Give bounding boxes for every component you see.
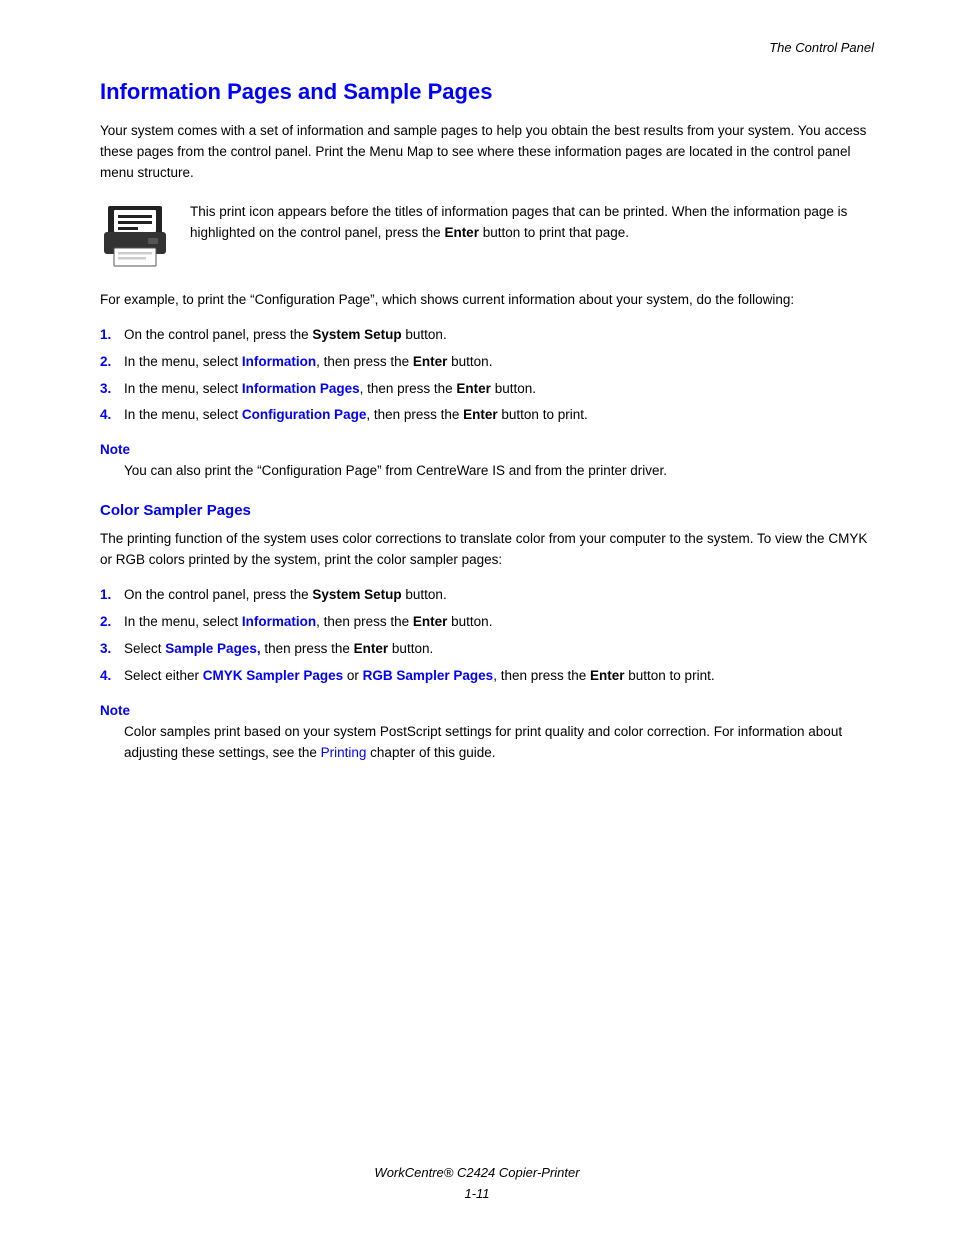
- step-2-2-content: In the menu, select Information, then pr…: [124, 612, 874, 633]
- enter-bold-1: Enter: [413, 354, 448, 369]
- system-setup-bold-2: System Setup: [312, 587, 401, 602]
- configuration-page-link[interactable]: Configuration Page: [242, 407, 367, 422]
- icon-enter-bold: Enter: [444, 225, 479, 240]
- intro-paragraph: Your system comes with a set of informat…: [100, 121, 874, 184]
- note-1-label: Note: [100, 442, 874, 457]
- step-1-4-content: In the menu, select Configuration Page, …: [124, 405, 874, 426]
- color-sampler-title: Color Sampler Pages: [100, 502, 874, 519]
- enter-bold-3: Enter: [463, 407, 498, 422]
- main-title: Information Pages and Sample Pages: [100, 79, 874, 105]
- footer-line-1: WorkCentre® C2424 Copier-Printer: [0, 1163, 954, 1184]
- print-icon: [100, 202, 170, 272]
- step-1-3: In the menu, select Information Pages, t…: [100, 379, 874, 400]
- header-right: The Control Panel: [100, 40, 874, 55]
- steps-list-2: On the control panel, press the System S…: [100, 585, 874, 687]
- page-container: The Control Panel Information Pages and …: [0, 0, 954, 1235]
- step-1-1: On the control panel, press the System S…: [100, 325, 874, 346]
- footer: WorkCentre® C2424 Copier-Printer 1-11: [0, 1163, 954, 1205]
- information-link-1[interactable]: Information: [242, 354, 316, 369]
- step-2-4-content: Select either CMYK Sampler Pages or RGB …: [124, 666, 874, 687]
- enter-bold-6: Enter: [590, 668, 625, 683]
- information-link-2[interactable]: Information: [242, 614, 316, 629]
- step-2-1: On the control panel, press the System S…: [100, 585, 874, 606]
- step-1-3-content: In the menu, select Information Pages, t…: [124, 379, 874, 400]
- steps-list-1: On the control panel, press the System S…: [100, 325, 874, 427]
- step-1-2: In the menu, select Information, then pr…: [100, 352, 874, 373]
- step-1-1-content: On the control panel, press the System S…: [124, 325, 874, 346]
- icon-description-text: This print icon appears before the title…: [190, 204, 847, 240]
- sample-pages-link[interactable]: Sample Pages,: [165, 641, 260, 656]
- note-2-text-after: chapter of this guide.: [366, 745, 495, 760]
- step-2-2: In the menu, select Information, then pr…: [100, 612, 874, 633]
- footer-line-2: 1-11: [0, 1184, 954, 1205]
- enter-bold-2: Enter: [456, 381, 491, 396]
- color-sampler-intro: The printing function of the system uses…: [100, 529, 874, 571]
- cmyk-sampler-link[interactable]: CMYK Sampler Pages: [203, 668, 343, 683]
- note-1-section: Note You can also print the “Configurati…: [100, 442, 874, 482]
- note-2-section: Note Color samples print based on your s…: [100, 703, 874, 764]
- step-2-3: Select Sample Pages, then press the Ente…: [100, 639, 874, 660]
- printing-link[interactable]: Printing: [321, 745, 367, 760]
- icon-description: This print icon appears before the title…: [190, 202, 874, 244]
- step-2-3-content: Select Sample Pages, then press the Ente…: [124, 639, 874, 660]
- note-1-body: You can also print the “Configuration Pa…: [124, 461, 874, 482]
- system-setup-bold-1: System Setup: [312, 327, 401, 342]
- enter-bold-5: Enter: [354, 641, 389, 656]
- step-1-4: In the menu, select Configuration Page, …: [100, 405, 874, 426]
- step-2-4: Select either CMYK Sampler Pages or RGB …: [100, 666, 874, 687]
- example-intro: For example, to print the “Configuration…: [100, 290, 874, 311]
- enter-bold-4: Enter: [413, 614, 448, 629]
- icon-box: This print icon appears before the title…: [100, 202, 874, 272]
- note-2-body: Color samples print based on your system…: [124, 722, 874, 764]
- note-2-label: Note: [100, 703, 874, 718]
- step-1-2-content: In the menu, select Information, then pr…: [124, 352, 874, 373]
- rgb-sampler-link[interactable]: RGB Sampler Pages: [363, 668, 494, 683]
- information-pages-link-1[interactable]: Information Pages: [242, 381, 360, 396]
- header-text: The Control Panel: [769, 40, 874, 55]
- step-2-1-content: On the control panel, press the System S…: [124, 585, 874, 606]
